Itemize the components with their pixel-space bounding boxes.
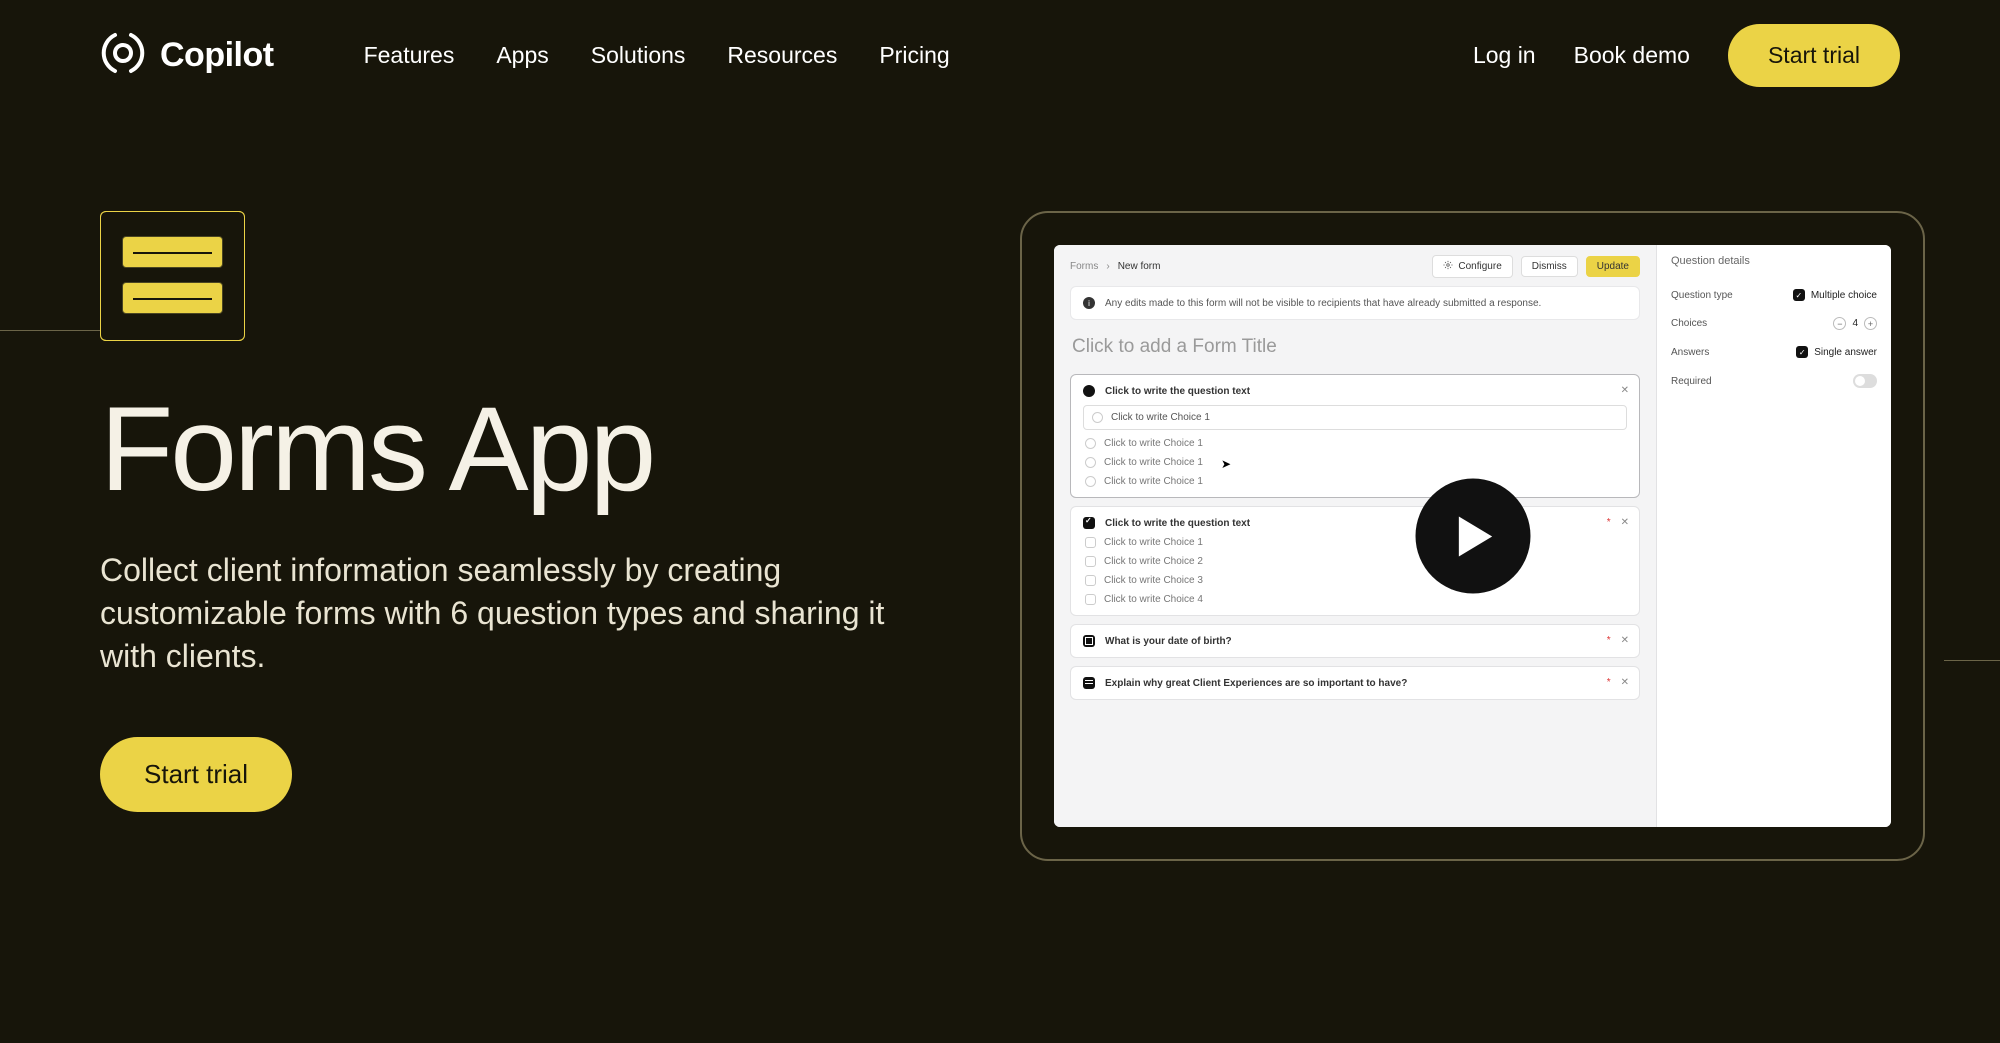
dismiss-label: Dismiss	[1532, 261, 1567, 272]
start-trial-button-header[interactable]: Start trial	[1728, 24, 1900, 87]
close-icon[interactable]: ✕	[1621, 677, 1629, 688]
question-text[interactable]: What is your date of birth?	[1105, 636, 1232, 647]
choice-input[interactable]: Click to write Choice 4	[1083, 594, 1627, 605]
book-demo-link[interactable]: Book demo	[1574, 42, 1690, 69]
nav-solutions[interactable]: Solutions	[591, 42, 686, 69]
increment-button[interactable]: +	[1864, 317, 1877, 330]
forms-app-icon	[100, 211, 245, 341]
choice-input[interactable]: Click to write Choice 1	[1083, 476, 1627, 487]
choice-input[interactable]: Click to write Choice 2	[1083, 556, 1627, 567]
choice-label: Click to write Choice 2	[1104, 556, 1203, 567]
choice-label: Click to write Choice 1	[1104, 537, 1203, 548]
question-text[interactable]: Click to write the question text	[1105, 518, 1250, 529]
detail-label: Required	[1671, 376, 1712, 387]
panel-title: Question details	[1671, 255, 1877, 267]
breadcrumb: Forms › New form	[1070, 261, 1160, 272]
question-card[interactable]: Click to write the question text * ✕ Clic…	[1070, 506, 1640, 616]
nav-features[interactable]: Features	[364, 42, 455, 69]
close-icon[interactable]: ✕	[1621, 517, 1629, 528]
hero-description: Collect client information seamlessly by…	[100, 549, 920, 679]
nav-resources[interactable]: Resources	[727, 42, 837, 69]
question-text[interactable]: Explain why great Client Experiences are…	[1105, 678, 1407, 689]
choice-input[interactable]: Click to write Choice 3	[1083, 575, 1627, 586]
question-type-value[interactable]: Multiple choice	[1811, 290, 1877, 301]
primary-nav: Features Apps Solutions Resources Pricin…	[364, 42, 950, 69]
breadcrumb-sep: ›	[1106, 261, 1109, 272]
required-indicator: *	[1607, 517, 1611, 528]
question-text[interactable]: Click to write the question text	[1105, 386, 1250, 397]
product-screenshot-frame: Forms › New form Configure	[1020, 211, 1925, 861]
decrement-button[interactable]: −	[1833, 317, 1846, 330]
question-details-panel: Question details Question type ✓ Multiple…	[1656, 245, 1891, 827]
detail-label: Answers	[1671, 347, 1709, 358]
required-indicator: *	[1607, 635, 1611, 646]
secondary-nav: Log in Book demo Start trial	[1473, 24, 1900, 87]
update-label: Update	[1597, 261, 1629, 272]
required-indicator: *	[1607, 677, 1611, 688]
brand-logo-icon	[100, 30, 146, 81]
forms-icon-bar	[122, 236, 223, 268]
choice-input[interactable]: Click to write Choice 1	[1083, 457, 1627, 468]
paragraph-icon	[1083, 677, 1095, 689]
configure-button[interactable]: Configure	[1432, 255, 1512, 278]
choices-count: 4	[1852, 318, 1858, 329]
form-title-input[interactable]: Click to add a Form Title	[1070, 328, 1640, 366]
checkbox-icon	[1083, 517, 1095, 529]
cursor-icon: ➤	[1221, 457, 1231, 471]
info-icon: i	[1083, 297, 1095, 309]
choice-label: Click to write Choice 1	[1104, 476, 1203, 487]
info-banner: i Any edits made to this form will not b…	[1070, 286, 1640, 320]
start-trial-button-hero[interactable]: Start trial	[100, 737, 292, 812]
choice-input[interactable]: Click to write Choice 1	[1083, 537, 1627, 548]
update-button[interactable]: Update	[1586, 256, 1640, 277]
breadcrumb-and-actions: Forms › New form Configure	[1070, 255, 1640, 278]
decorative-line-right	[1944, 660, 2000, 661]
detail-label: Choices	[1671, 318, 1707, 329]
breadcrumb-current: New form	[1118, 261, 1161, 272]
brand-name: Copilot	[160, 36, 274, 75]
gear-icon	[1443, 260, 1453, 273]
choice-label: Click to write Choice 1	[1111, 412, 1210, 423]
answers-value[interactable]: Single answer	[1814, 347, 1877, 358]
question-card[interactable]: Explain why great Client Experiences are…	[1070, 666, 1640, 700]
checkbox-icon: ✓	[1793, 289, 1805, 301]
required-toggle[interactable]	[1853, 374, 1877, 388]
close-icon[interactable]: ✕	[1621, 635, 1629, 646]
question-card[interactable]: What is your date of birth? * ✕	[1070, 624, 1640, 658]
breadcrumb-root[interactable]: Forms	[1070, 261, 1098, 272]
detail-label: Question type	[1671, 290, 1733, 301]
play-video-button[interactable]	[1415, 479, 1530, 594]
configure-label: Configure	[1458, 261, 1501, 272]
question-card[interactable]: Click to write the question text ✕ Click…	[1070, 374, 1640, 498]
choice-label: Click to write Choice 1	[1104, 457, 1203, 468]
hero-title: Forms App	[100, 389, 960, 509]
dismiss-button[interactable]: Dismiss	[1521, 256, 1578, 277]
hero-section: Forms App Collect client information sea…	[0, 111, 2000, 861]
nav-pricing[interactable]: Pricing	[879, 42, 949, 69]
choice-label: Click to write Choice 3	[1104, 575, 1203, 586]
close-icon[interactable]: ✕	[1621, 385, 1629, 396]
decorative-line-left	[0, 330, 100, 331]
nav-apps[interactable]: Apps	[496, 42, 548, 69]
calendar-icon	[1083, 635, 1095, 647]
choice-label: Click to write Choice 1	[1104, 438, 1203, 449]
info-banner-text: Any edits made to this form will not be …	[1105, 298, 1541, 309]
radio-icon	[1083, 385, 1095, 397]
brand-logo[interactable]: Copilot	[100, 30, 274, 81]
login-link[interactable]: Log in	[1473, 42, 1536, 69]
site-header: Copilot Features Apps Solutions Resource…	[0, 0, 2000, 111]
checkbox-icon: ✓	[1796, 346, 1808, 358]
choice-input[interactable]: Click to write Choice 1	[1083, 438, 1627, 449]
choice-input[interactable]: Click to write Choice 1	[1083, 405, 1627, 430]
choice-label: Click to write Choice 4	[1104, 594, 1203, 605]
forms-icon-bar	[122, 282, 223, 314]
